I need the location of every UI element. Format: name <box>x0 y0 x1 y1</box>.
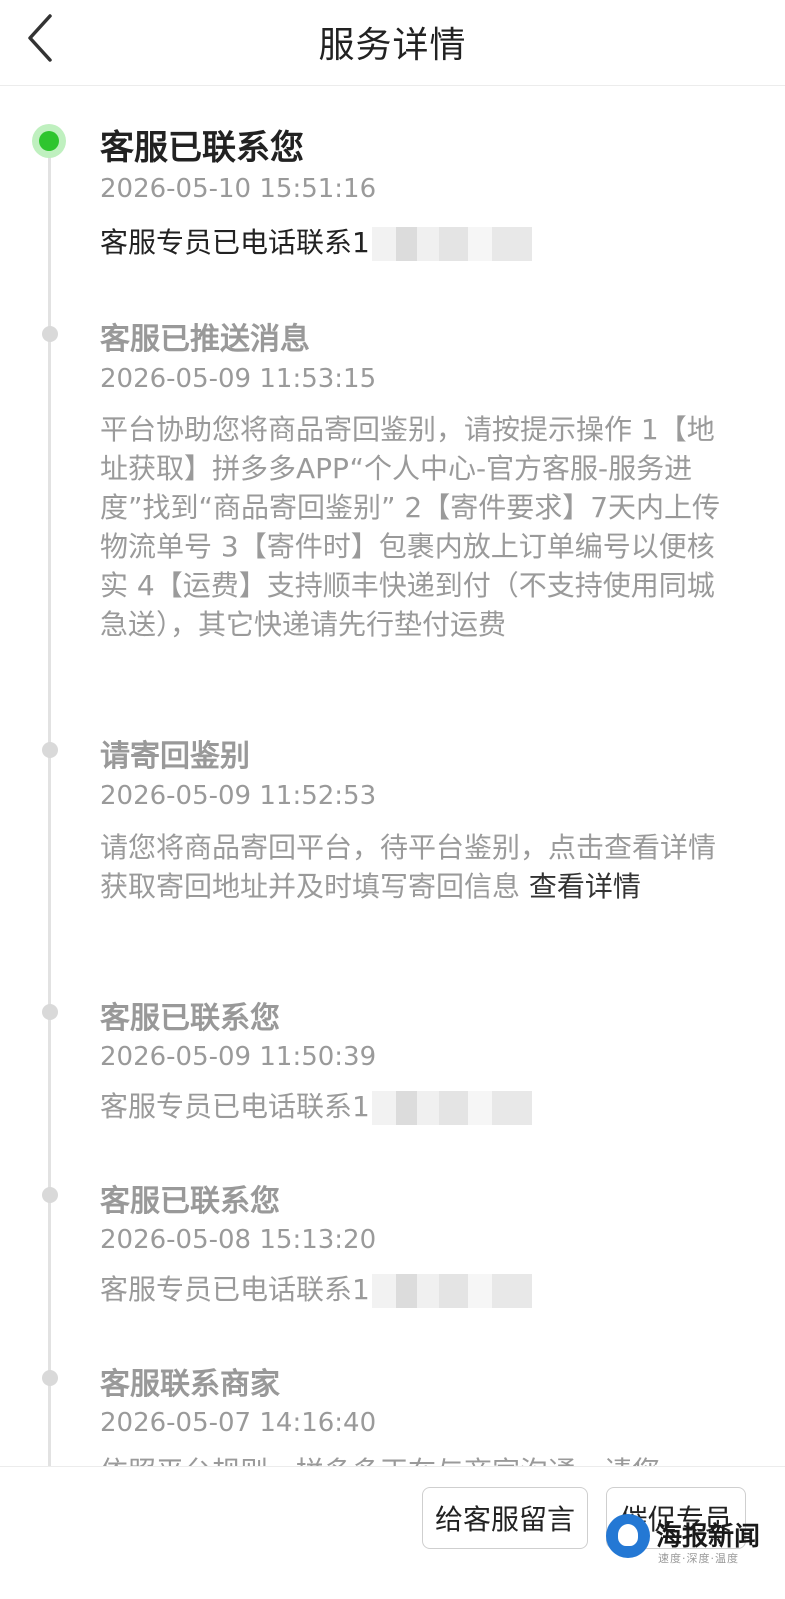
view-details-link[interactable]: 查看详情 <box>529 870 641 903</box>
entry-time: 2026-05-08 15:13:20 <box>100 1225 377 1255</box>
watermark-name: 海报新闻 <box>656 1522 761 1552</box>
timeline-dot <box>42 1370 58 1386</box>
timeline-dot <box>42 742 58 758</box>
entry-title: 请寄回鉴别 <box>100 739 250 774</box>
entry-desc: 客服专员已电话联系1 <box>100 1087 740 1126</box>
watermark-sub: 速度·深度·温度 <box>658 1552 739 1565</box>
timeline-dot <box>42 1187 58 1203</box>
entry-time: 2026-05-10 15:51:16 <box>100 174 377 204</box>
watermark-logo-icon <box>606 1514 650 1558</box>
watermark: 海报新闻 速度·深度·温度 <box>606 1512 776 1572</box>
entry-desc: 请您将商品寄回平台，待平台鉴别，点击查看详情获取寄回地址并及时填写寄回信息 查看… <box>100 828 740 906</box>
entry-time: 2026-05-09 11:53:15 <box>100 364 377 394</box>
entry-desc-text: 客服专员已电话联系1 <box>100 226 370 259</box>
entry-title: 客服已联系您 <box>100 1184 280 1219</box>
page-title: 服务详情 <box>318 25 467 66</box>
timeline-dot <box>42 326 58 342</box>
entry-title: 客服联系商家 <box>100 1367 280 1402</box>
entry-desc: 依照平台规则，拼多多正在与商家沟通，请您 <box>100 1452 740 1466</box>
timeline-dot-active <box>32 124 66 158</box>
entry-desc-text: 客服专员已电话联系1 <box>100 1090 370 1123</box>
entry-desc: 平台协助您将商品寄回鉴别，请按提示操作 1【地址获取】拼多多APP“个人中心-官… <box>100 413 721 641</box>
entry-desc-text: 客服专员已电话联系1 <box>100 1273 370 1306</box>
redacted-phone <box>371 1274 532 1308</box>
entry-time: 2026-05-07 14:16:40 <box>100 1408 377 1438</box>
redacted-phone <box>371 227 532 261</box>
entry-title: 客服已推送消息 <box>100 322 310 357</box>
header-bar: 服务详情 <box>0 0 785 86</box>
entry-time: 2026-05-09 11:50:39 <box>100 1042 377 1072</box>
redacted-phone <box>371 1091 532 1125</box>
entry-time: 2026-05-09 11:52:53 <box>100 781 377 811</box>
entry-title: 客服已联系您 <box>100 1001 280 1036</box>
leave-message-button[interactable]: 给客服留言 <box>422 1487 588 1549</box>
service-timeline: 客服已联系您 2026-05-10 15:51:16 客服专员已电话联系1 客服… <box>0 86 785 1466</box>
entry-desc: 客服专员已电话联系1 <box>100 1270 740 1309</box>
timeline-dot <box>42 1004 58 1020</box>
entry-title: 客服已联系您 <box>100 128 304 168</box>
entry-desc: 客服专员已电话联系1 <box>100 223 740 262</box>
